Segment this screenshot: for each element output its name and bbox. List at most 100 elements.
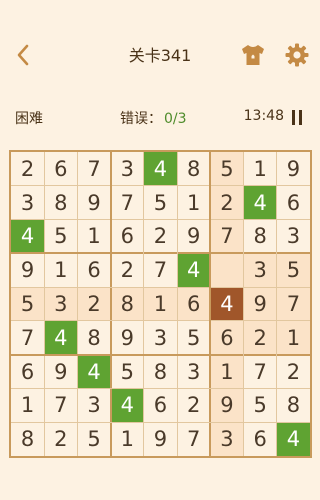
sudoku-cell-r2c3[interactable]: 9 (77, 186, 110, 220)
sudoku-cell-r9c4[interactable]: 1 (111, 422, 144, 456)
sudoku-cell-r4c3[interactable]: 6 (77, 253, 110, 287)
sudoku-cell-r3c1[interactable]: 4 (11, 219, 45, 254)
sudoku-cell-r7c2[interactable]: 9 (44, 355, 77, 389)
sudoku-cell-r9c1[interactable]: 8 (11, 422, 44, 456)
sudoku-cell-r9c7[interactable]: 3 (210, 422, 244, 456)
grid-line-vertical (243, 152, 245, 456)
sudoku-cell-r1c7[interactable]: 5 (210, 152, 244, 186)
sudoku-cell-r2c9[interactable]: 6 (277, 186, 310, 220)
sudoku-cell-r7c5[interactable]: 8 (144, 355, 177, 389)
sudoku-cell-r4c8[interactable]: 3 (243, 253, 277, 288)
grid-line-vertical (43, 152, 45, 456)
sudoku-cell-r7c6[interactable]: 3 (177, 355, 210, 389)
sudoku-board: 2673485193897512464516297839162743553281… (9, 150, 312, 458)
settings-button[interactable] (282, 40, 312, 70)
sudoku-cell-r5c2[interactable]: 3 (44, 287, 78, 321)
sudoku-cell-r5c7[interactable]: 4 (210, 287, 244, 321)
sudoku-cell-r1c4[interactable]: 3 (111, 152, 144, 186)
sudoku-cell-r6c6[interactable]: 5 (177, 321, 210, 355)
sudoku-cell-r5c1[interactable]: 5 (11, 287, 45, 321)
sudoku-cell-r7c3[interactable]: 4 (77, 354, 111, 389)
sudoku-cell-r8c9[interactable]: 8 (277, 388, 310, 422)
sudoku-cell-r6c5[interactable]: 3 (144, 321, 177, 355)
sudoku-cell-r4c5[interactable]: 7 (144, 253, 177, 287)
sudoku-cell-r6c3[interactable]: 8 (77, 321, 110, 355)
top-bar: 关卡341 (0, 30, 320, 80)
sudoku-cell-r6c1[interactable]: 7 (11, 321, 44, 355)
sudoku-cell-r5c5[interactable]: 1 (143, 287, 178, 321)
sudoku-cell-r3c3[interactable]: 1 (77, 220, 110, 254)
sudoku-cell-r1c9[interactable]: 9 (277, 152, 310, 186)
sudoku-cell-r8c5[interactable]: 6 (144, 388, 177, 422)
sudoku-cell-r3c5[interactable]: 2 (144, 220, 177, 254)
sudoku-cell-r7c9[interactable]: 2 (277, 355, 310, 389)
level-title: 关卡341 (128, 46, 192, 65)
grid-line-horizontal (11, 387, 310, 389)
grid-line-horizontal (11, 219, 310, 221)
sudoku-cell-r1c1[interactable]: 2 (11, 152, 44, 186)
sudoku-cell-r4c4[interactable]: 2 (111, 253, 144, 287)
sudoku-cell-r3c4[interactable]: 6 (111, 220, 144, 254)
sudoku-cell-r9c5[interactable]: 9 (144, 422, 177, 456)
grid-line-horizontal (11, 421, 310, 423)
sudoku-cell-r4c6[interactable]: 4 (177, 253, 211, 288)
sudoku-cell-r1c5[interactable]: 4 (143, 152, 178, 186)
sudoku-cell-r1c6[interactable]: 8 (177, 152, 210, 186)
sudoku-cell-r4c1[interactable]: 9 (11, 253, 44, 287)
sudoku-cell-r6c4[interactable]: 9 (111, 321, 144, 355)
sudoku-cell-r6c7[interactable]: 6 (210, 320, 244, 355)
sudoku-cell-r5c9[interactable]: 7 (276, 287, 310, 321)
sudoku-cell-r1c2[interactable]: 6 (44, 152, 77, 186)
sudoku-cell-r9c8[interactable]: 6 (244, 422, 277, 456)
chevron-left-icon (17, 44, 29, 66)
sudoku-cell-r8c4[interactable]: 4 (110, 388, 144, 423)
sudoku-cell-r2c4[interactable]: 7 (111, 186, 144, 220)
sudoku-cell-r9c9[interactable]: 4 (276, 422, 310, 456)
sudoku-cell-r2c6[interactable]: 1 (177, 186, 210, 220)
sudoku-cell-r7c7[interactable]: 1 (210, 354, 244, 389)
pause-button[interactable] (290, 110, 304, 126)
sudoku-cell-r2c5[interactable]: 5 (144, 186, 177, 220)
sudoku-cell-r4c9[interactable]: 5 (276, 253, 310, 288)
sudoku-cell-r6c8[interactable]: 2 (243, 320, 277, 355)
sudoku-cell-r2c1[interactable]: 3 (11, 186, 44, 220)
sudoku-cell-r4c7[interactable] (210, 253, 244, 288)
sudoku-cell-r5c4[interactable]: 8 (110, 287, 144, 321)
grid-line-horizontal (11, 286, 310, 288)
sudoku-cell-r6c2[interactable]: 4 (44, 320, 78, 355)
sudoku-cell-r2c7[interactable]: 2 (210, 185, 244, 220)
sudoku-cell-r7c1[interactable]: 6 (11, 355, 44, 389)
sudoku-cell-r2c8[interactable]: 4 (243, 185, 277, 220)
sudoku-cell-r2c2[interactable]: 8 (44, 186, 77, 220)
sudoku-cell-r3c6[interactable]: 9 (177, 220, 210, 254)
sudoku-cell-r3c9[interactable]: 3 (277, 220, 310, 254)
theme-button[interactable] (238, 40, 268, 70)
sudoku-cell-r8c3[interactable]: 3 (77, 388, 110, 422)
error-counter: 错误： 0/3 (120, 108, 187, 128)
grid-line-vertical (209, 152, 212, 456)
sudoku-cell-r5c6[interactable]: 6 (177, 287, 211, 321)
shirt-icon (242, 45, 264, 65)
sudoku-cell-r3c8[interactable]: 8 (244, 220, 277, 254)
sudoku-cell-r8c8[interactable]: 5 (244, 388, 277, 422)
sudoku-cell-r9c6[interactable]: 7 (177, 422, 210, 456)
sudoku-cell-r7c8[interactable]: 7 (244, 355, 277, 389)
back-button[interactable] (10, 40, 36, 70)
sudoku-cell-r8c2[interactable]: 7 (44, 388, 77, 422)
sudoku-cell-r7c4[interactable]: 5 (111, 355, 144, 389)
sudoku-cell-r8c6[interactable]: 2 (177, 388, 210, 422)
difficulty-label: 困难 (15, 111, 43, 127)
sudoku-cell-r1c8[interactable]: 1 (244, 152, 277, 186)
sudoku-cell-r8c1[interactable]: 1 (11, 388, 44, 422)
sudoku-cell-r9c3[interactable]: 5 (77, 422, 110, 456)
sudoku-cell-r1c3[interactable]: 7 (77, 152, 110, 186)
sudoku-cell-r3c7[interactable]: 7 (210, 219, 244, 254)
sudoku-cell-r9c2[interactable]: 2 (44, 422, 77, 456)
sudoku-cell-r4c2[interactable]: 1 (44, 253, 77, 287)
sudoku-cell-r3c2[interactable]: 5 (44, 220, 77, 254)
sudoku-cell-r6c9[interactable]: 1 (276, 320, 310, 355)
sudoku-cell-r5c8[interactable]: 9 (243, 287, 277, 321)
sudoku-cell-r8c7[interactable]: 9 (210, 388, 244, 423)
grid-line-horizontal (11, 185, 310, 187)
sudoku-cell-r5c3[interactable]: 2 (77, 287, 111, 321)
